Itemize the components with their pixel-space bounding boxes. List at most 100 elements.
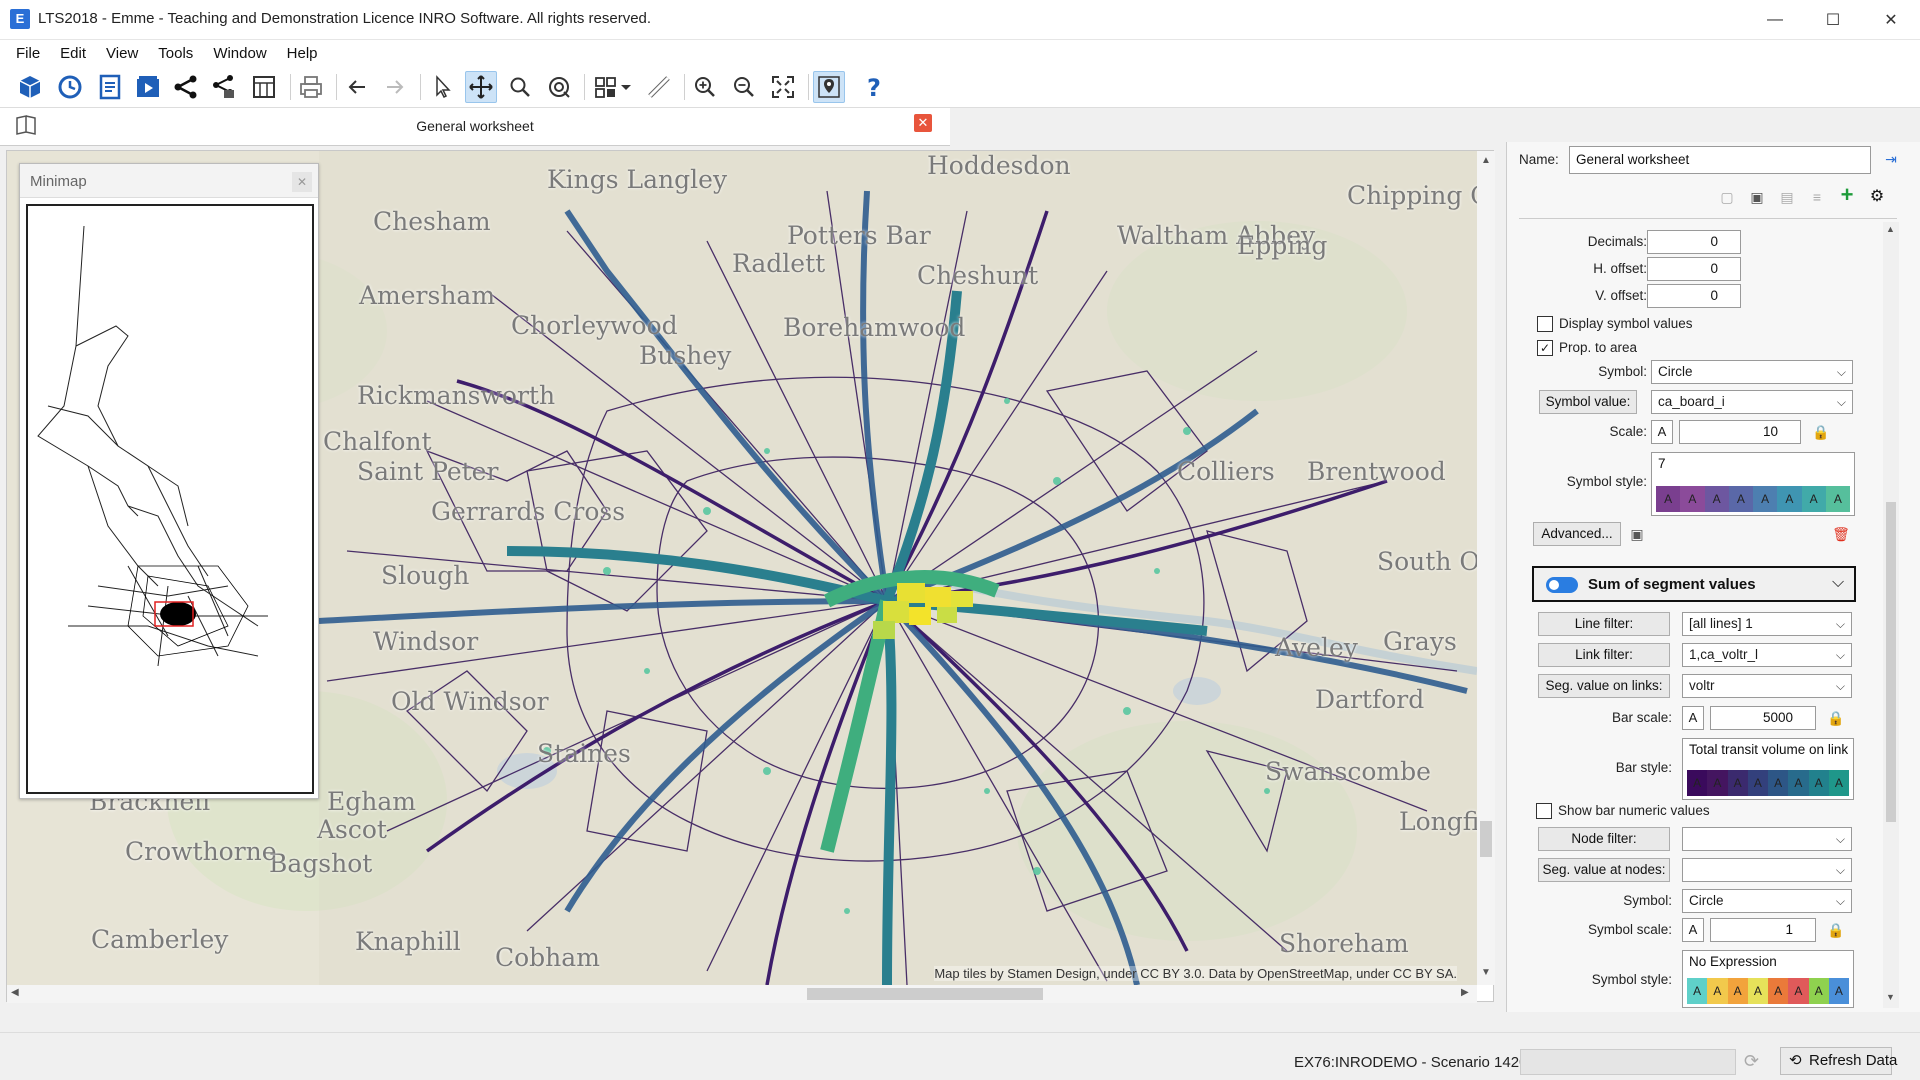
seg-value-at-nodes-button[interactable]: Seg. value at nodes: [1538,858,1670,882]
layers-dropdown-icon[interactable] [618,71,634,103]
advanced-button[interactable]: Advanced... [1533,522,1621,546]
list-icon[interactable]: ≡ [1807,186,1827,208]
bar-scale-auto-toggle[interactable]: A [1682,706,1704,730]
map-pin-icon[interactable] [813,71,845,103]
minimap-header[interactable]: Minimap ✕ [20,164,318,198]
close-tab-icon[interactable]: ✕ [914,114,932,132]
advanced-save-icon[interactable]: ▣ [1627,523,1647,545]
bar-style-swatch[interactable]: Total transit volume on link AAAAAAAA [1682,738,1854,800]
link-icon[interactable]: ⇥ [1881,148,1901,170]
bar-scale-input[interactable]: 5000 [1710,706,1816,730]
history-icon[interactable] [54,71,86,103]
panel-scrollbar[interactable]: ▲ ▼ [1883,222,1899,1008]
lock-icon[interactable]: 🔒 [1826,707,1846,729]
close-window-button[interactable]: ✕ [1862,0,1920,40]
map-vertical-scrollbar[interactable]: ▲ ▼ [1477,151,1495,985]
fit-extent-icon[interactable] [767,71,799,103]
vertical-scroll-thumb[interactable] [1480,821,1492,857]
save-disabled-icon[interactable]: ▢ [1717,186,1737,208]
minimize-button[interactable]: — [1746,0,1804,40]
scale-input[interactable]: 10 [1679,420,1801,444]
line-filter-button[interactable]: Line filter: [1538,612,1670,636]
map-horizontal-scrollbar[interactable]: ◀ ▶ [7,985,1477,1003]
layer-section-header[interactable]: Sum of segment values ⌵ [1532,566,1856,602]
worksheet-tab-title[interactable]: General worksheet [0,118,950,134]
sync-icon[interactable]: ⟳ [1744,1051,1759,1072]
minimap-canvas[interactable] [26,204,314,794]
decimals-input[interactable]: 0 [1647,230,1741,254]
run-icon[interactable] [132,71,164,103]
menu-tools[interactable]: Tools [148,45,203,62]
seg-value-on-links-button[interactable]: Seg. value on links: [1538,674,1670,698]
map-view[interactable]: Hoddesdon Kings Langley Chesham Chipping… [6,150,1495,1003]
scale-auto-toggle[interactable]: A [1651,420,1673,444]
scroll-down-icon[interactable]: ▼ [1481,967,1491,978]
select-arrow-icon[interactable] [426,71,458,103]
chevron-down-icon[interactable]: ⌵ [1832,574,1844,592]
node-filter-dropdown[interactable]: ⌵ [1682,827,1852,851]
report-icon[interactable] [94,71,126,103]
symbol-value-dropdown[interactable]: ca_board_i ⌵ [1651,390,1853,414]
zoom-out-icon[interactable] [728,71,760,103]
pan-icon[interactable] [465,71,497,103]
link-filter-value: 1,ca_voltr_l [1689,647,1759,662]
print-icon[interactable] [295,71,327,103]
forward-arrow-icon[interactable] [379,71,411,103]
share-network-alt-icon[interactable] [208,71,240,103]
menu-view[interactable]: View [96,45,148,62]
horizontal-scroll-thumb[interactable] [807,988,1043,1000]
lock-icon[interactable]: 🔒 [1811,421,1831,443]
symbol-style-swatch[interactable]: 7 AAAAAAAA [1651,452,1855,516]
ruler-icon[interactable] [643,71,675,103]
refresh-data-button[interactable]: ⟲ Refresh Data [1780,1047,1897,1075]
panel-scroll-up-icon[interactable]: ▲ [1886,224,1895,234]
color-swatch: A [1808,770,1829,796]
symbol-dropdown[interactable]: Circle ⌵ [1651,360,1853,384]
maximize-button[interactable]: ☐ [1804,0,1862,40]
menu-file[interactable]: File [6,45,50,62]
seg-value-at-nodes-dropdown[interactable]: ⌵ [1682,858,1852,882]
minimap-close-icon[interactable]: ✕ [292,172,312,192]
v-offset-input[interactable]: 0 [1647,284,1741,308]
panel-scroll-down-icon[interactable]: ▼ [1886,992,1895,1002]
symbol-scale-input[interactable]: 1 [1710,918,1816,942]
document-icon[interactable]: ▤ [1777,186,1797,208]
scroll-up-icon[interactable]: ▲ [1481,155,1491,166]
table-icon[interactable] [248,71,280,103]
zoom-in-icon[interactable] [689,71,721,103]
seg-value-on-links-dropdown[interactable]: voltr ⌵ [1682,674,1852,698]
share-network-icon[interactable] [170,71,202,103]
prop-to-area-checkbox[interactable]: ✓ [1537,340,1553,356]
menu-help[interactable]: Help [277,45,328,62]
minimap-panel[interactable]: Minimap ✕ [19,163,319,799]
save-as-icon[interactable]: ▣ [1747,186,1767,208]
panel-scroll-thumb[interactable] [1886,502,1896,822]
menu-window[interactable]: Window [203,45,276,62]
scroll-right-icon[interactable]: ▶ [1461,987,1469,998]
help-icon[interactable]: ? [858,71,890,103]
node-filter-button[interactable]: Node filter: [1538,827,1670,851]
locate-icon[interactable] [543,71,575,103]
line-filter-dropdown[interactable]: [all lines] 1 ⌵ [1682,612,1852,636]
lock-icon[interactable]: 🔒 [1826,919,1846,941]
back-arrow-icon[interactable] [341,71,373,103]
symbol-scale-auto-toggle[interactable]: A [1682,918,1704,942]
delete-layer-icon[interactable]: 🗑 [1831,523,1851,545]
h-offset-input[interactable]: 0 [1647,257,1741,281]
map-label: Radlett [732,249,826,278]
layer-visibility-toggle[interactable] [1546,577,1578,593]
node-symbol-style-swatch[interactable]: No Expression AAAAAAAA [1682,950,1854,1008]
worksheet-name-input[interactable]: General worksheet [1569,146,1871,174]
menu-edit[interactable]: Edit [50,45,96,62]
symbol-value-button[interactable]: Symbol value: [1539,390,1637,414]
search-icon[interactable] [504,71,536,103]
node-symbol-dropdown[interactable]: Circle ⌵ [1682,889,1852,913]
show-bar-numeric-checkbox[interactable] [1536,803,1552,819]
scroll-left-icon[interactable]: ◀ [11,987,19,998]
gear-icon[interactable]: ⚙ [1867,186,1887,208]
add-layer-icon[interactable]: + [1837,184,1857,206]
display-symbol-values-checkbox[interactable] [1537,316,1553,332]
link-filter-button[interactable]: Link filter: [1538,643,1670,667]
network-icon[interactable] [14,71,46,103]
link-filter-dropdown[interactable]: 1,ca_voltr_l ⌵ [1682,643,1852,667]
